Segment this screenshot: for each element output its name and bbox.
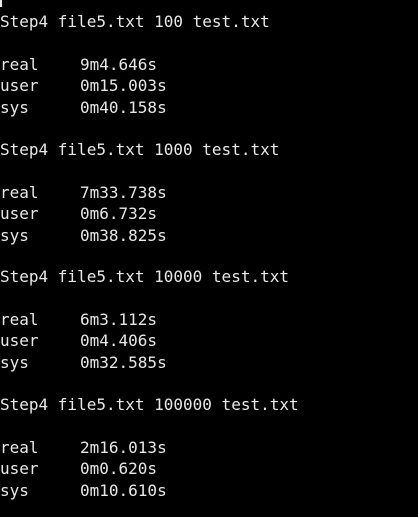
real-value: 7m33.738s	[80, 183, 167, 202]
user-value: 0m0.620s	[80, 459, 158, 479]
user-value: 0m6.732s	[80, 204, 158, 224]
real-time-row: real 9m4.646s	[0, 54, 418, 75]
real-value: 6m3.112s	[80, 310, 158, 329]
sys-label: sys	[0, 480, 29, 500]
user-label: user	[0, 76, 39, 96]
sys-value: 0m32.585s	[80, 352, 167, 372]
real-time-row: real 6m3.112s	[0, 309, 418, 330]
timing-block: Step4 file5.txt 100 test.txt real 9m4.646…	[0, 11, 418, 118]
user-time-row: user 0m6.732s	[0, 203, 418, 224]
real-value: 2m16.013s	[80, 438, 167, 457]
sys-time-row: sys 0m32.585s	[0, 352, 418, 373]
user-value: 0m4.406s	[80, 331, 158, 351]
command-line: Step4 file5.txt 1000 test.txt	[0, 140, 280, 159]
sys-label: sys	[0, 352, 29, 372]
user-time-row: user 0m15.003s	[0, 75, 418, 96]
user-value: 0m15.003s	[80, 76, 167, 96]
real-label: real	[0, 438, 39, 457]
sys-label: sys	[0, 225, 29, 245]
timing-block: Step4 file5.txt 10000 test.txt real 6m3.1…	[0, 266, 418, 373]
cursor-mark	[0, 0, 2, 7]
sys-value: 0m38.825s	[80, 225, 167, 245]
user-label: user	[0, 459, 39, 479]
sys-time-row: sys 0m38.825s	[0, 225, 418, 246]
real-label: real	[0, 183, 39, 202]
real-value: 9m4.646s	[80, 55, 158, 74]
timing-block: Step4 file5.txt 1000 test.txt real 7m33.7…	[0, 139, 418, 246]
sys-time-row: sys 0m10.610s	[0, 480, 418, 501]
real-label: real	[0, 310, 39, 329]
terminal-output[interactable]: Step4 file5.txt 100 test.txt real 9m4.646…	[0, 0, 418, 517]
user-label: user	[0, 331, 39, 351]
timing-block: Step4 file5.txt 100000 test.txt real 2m16…	[0, 394, 418, 501]
sys-label: sys	[0, 97, 29, 117]
real-time-row: real 7m33.738s	[0, 182, 418, 203]
user-label: user	[0, 204, 39, 224]
user-time-row: user 0m0.620s	[0, 458, 418, 479]
sys-value: 0m40.158s	[80, 97, 167, 117]
command-line: Step4 file5.txt 100 test.txt	[0, 12, 270, 31]
command-line: Step4 file5.txt 100000 test.txt	[0, 395, 299, 414]
sys-time-row: sys 0m40.158s	[0, 97, 418, 118]
real-time-row: real 2m16.013s	[0, 437, 418, 458]
user-time-row: user 0m4.406s	[0, 330, 418, 351]
sys-value: 0m10.610s	[80, 480, 167, 500]
command-line: Step4 file5.txt 10000 test.txt	[0, 267, 289, 286]
real-label: real	[0, 55, 39, 74]
